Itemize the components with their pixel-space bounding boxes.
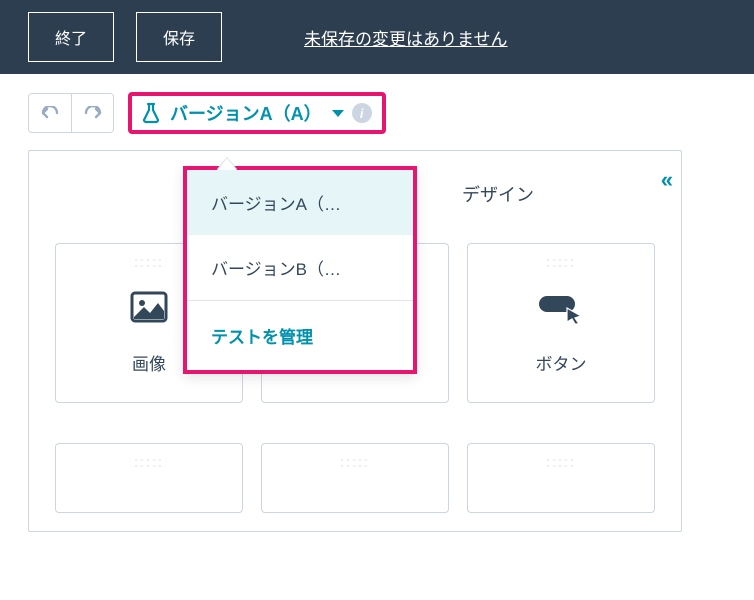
undo-icon: [40, 106, 60, 120]
image-icon: [130, 286, 168, 328]
redo-button[interactable]: [71, 94, 113, 132]
module-cards-row-2: ·········· ·········· ··········: [29, 421, 681, 531]
module-card-placeholder[interactable]: ··········: [467, 443, 655, 513]
save-status-link[interactable]: 未保存の変更はありません: [304, 25, 508, 50]
save-button[interactable]: 保存: [136, 12, 222, 62]
double-chevron-left-icon: «: [661, 167, 667, 192]
redo-icon: [83, 106, 103, 120]
version-option-b[interactable]: バージョンB（…: [187, 235, 413, 300]
module-card-label: ボタン: [536, 350, 587, 375]
top-bar: 終了 保存 未保存の変更はありません: [0, 0, 754, 74]
drag-handle-icon: ··········: [134, 256, 164, 268]
flask-icon: [142, 102, 160, 124]
drag-handle-icon: ··········: [134, 456, 164, 468]
collapse-panel-button[interactable]: «: [661, 167, 667, 193]
info-icon[interactable]: i: [352, 103, 372, 123]
version-selector[interactable]: バージョンA（A）: [142, 100, 344, 126]
version-dropdown: バージョンA（… バージョンB（… テストを管理: [183, 166, 417, 374]
dropdown-caret-icon: [217, 158, 237, 170]
manage-test-link[interactable]: テストを管理: [187, 301, 413, 370]
version-option-a[interactable]: バージョンA（…: [187, 170, 413, 235]
chevron-down-icon: [332, 110, 344, 117]
module-card-button[interactable]: ·········· ボタン: [467, 243, 655, 403]
exit-button[interactable]: 終了: [28, 12, 114, 62]
module-card-placeholder[interactable]: ··········: [55, 443, 243, 513]
undo-redo-group: [28, 93, 114, 133]
module-card-placeholder[interactable]: ··········: [261, 443, 449, 513]
version-selector-highlight: バージョンA（A） i: [128, 92, 386, 134]
drag-handle-icon: ··········: [546, 456, 576, 468]
drag-handle-icon: ··········: [340, 456, 370, 468]
drag-handle-icon: ··········: [546, 256, 576, 268]
button-icon: [537, 286, 585, 328]
toolbar-row: バージョンA（A） i: [0, 74, 754, 144]
version-selector-label: バージョンA（A）: [170, 100, 322, 126]
undo-button[interactable]: [29, 94, 71, 132]
module-card-label: 画像: [132, 350, 166, 375]
